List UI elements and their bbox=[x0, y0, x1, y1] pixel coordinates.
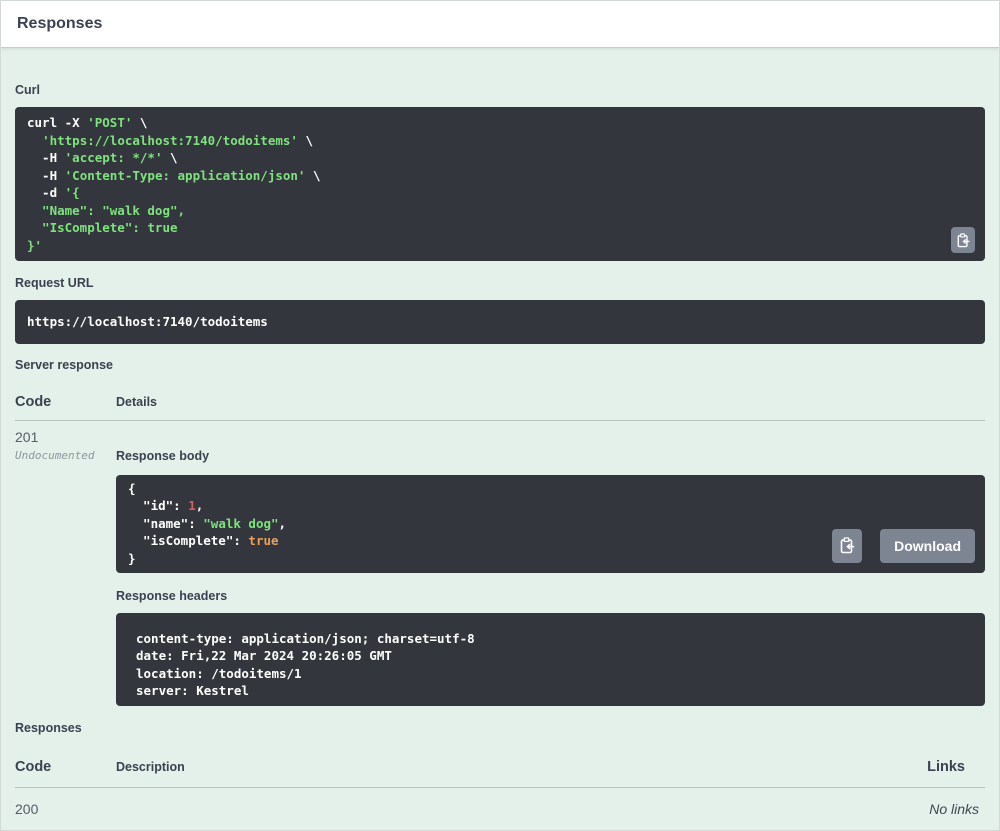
response-body-actions: Download bbox=[832, 528, 975, 563]
request-url-label: Request URL bbox=[15, 276, 94, 290]
download-button[interactable]: Download bbox=[880, 528, 975, 563]
response-row-links: No links bbox=[929, 800, 979, 817]
responses-label: Responses bbox=[15, 720, 82, 735]
response-status-code: 201 bbox=[15, 428, 39, 445]
response-row-code: 200 bbox=[15, 800, 39, 817]
response-row: 200 No links bbox=[15, 788, 985, 817]
code-column-header: Code bbox=[15, 758, 52, 775]
curl-command-text: curl -X 'POST' \ 'https://localhost:7140… bbox=[27, 115, 321, 253]
section-title: Responses bbox=[17, 15, 103, 32]
request-url-value: https://localhost:7140/todoitems bbox=[27, 314, 268, 329]
clipboard-icon bbox=[957, 232, 970, 248]
responses-panel: Responses Curl curl -X 'POST' \ 'https:/… bbox=[0, 0, 1000, 831]
responses-section-header: Responses bbox=[1, 1, 999, 48]
request-url-block: https://localhost:7140/todoitems bbox=[15, 300, 985, 344]
code-column-header: Code bbox=[15, 393, 52, 410]
server-response-label: Server response bbox=[15, 357, 113, 372]
curl-command-block: curl -X 'POST' \ 'https://localhost:7140… bbox=[15, 107, 985, 261]
response-body-block: { "id": 1, "name": "walk dog", "isComple… bbox=[116, 474, 985, 573]
response-body-label: Response body bbox=[116, 448, 210, 463]
links-column-header: Links bbox=[927, 758, 965, 775]
live-response-code-cell: 201 Undocumented bbox=[15, 421, 116, 706]
live-response-row: 201 Undocumented Response body { "id": 1… bbox=[15, 421, 985, 706]
copy-curl-button[interactable] bbox=[951, 227, 975, 253]
curl-label: Curl bbox=[15, 83, 40, 97]
response-headers-label: Response headers bbox=[116, 588, 228, 603]
opblock-body: Curl curl -X 'POST' \ 'https://localhost… bbox=[1, 48, 999, 830]
response-headers-block: content-type: application/json; charset=… bbox=[116, 612, 985, 706]
responses-table-header: Code Description Links bbox=[15, 759, 985, 788]
response-row-description bbox=[116, 801, 855, 817]
undocumented-badge: Undocumented bbox=[15, 448, 95, 462]
details-column-header: Details bbox=[116, 394, 157, 409]
clipboard-icon bbox=[840, 537, 855, 554]
description-column-header: Description bbox=[116, 759, 185, 774]
live-response-details-cell: Response body { "id": 1, "name": "walk d… bbox=[116, 421, 985, 706]
response-headers-text: content-type: application/json; charset=… bbox=[136, 630, 483, 699]
copy-response-button[interactable] bbox=[832, 528, 863, 563]
live-response-table-header: Code Details bbox=[15, 394, 985, 421]
